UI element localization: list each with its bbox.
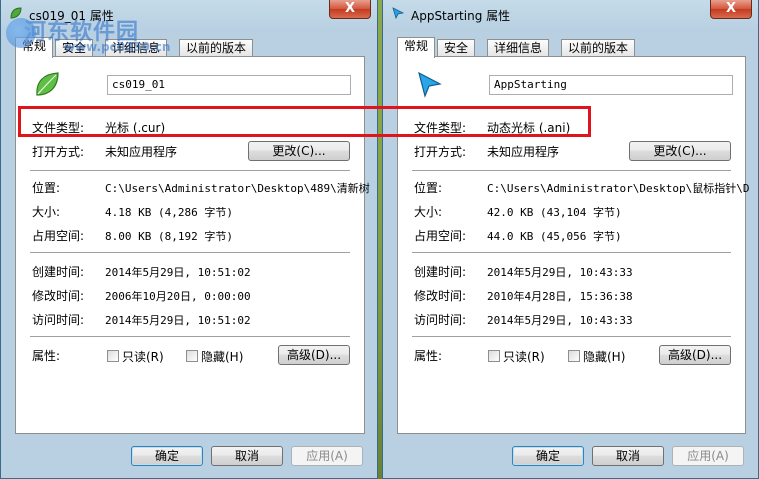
created-label: 创建时间: — [32, 265, 85, 279]
separator — [412, 170, 731, 171]
properties-window-cs019: cs019_01 属性 X 常规 安全 详细信息 以前的版本 cs019_01 … — [0, 0, 378, 479]
modified-label: 修改时间: — [32, 289, 85, 303]
separator — [30, 336, 350, 337]
open-with-value: 未知应用程序 — [487, 145, 560, 159]
close-button[interactable]: X — [710, 0, 752, 19]
cancel-button[interactable]: 取消 — [592, 446, 664, 466]
properties-window-appstarting: AppStarting 属性 X 常规 安全 详细信息 以前的版本 AppSta… — [382, 0, 759, 479]
size-value: 42.0 KB (43,104 字节) — [487, 206, 622, 219]
location-value: C:\Users\Administrator\Desktop\489\清新树 — [105, 182, 370, 195]
change-button[interactable]: 更改(C)... — [248, 141, 350, 161]
hidden-label[interactable]: 隐藏(H) — [583, 348, 625, 365]
location-label: 位置: — [32, 181, 61, 195]
disk-size-value: 8.00 KB (8,192 字节) — [105, 230, 233, 243]
readonly-label[interactable]: 只读(R) — [503, 348, 545, 365]
arrow-cursor-icon — [418, 71, 442, 98]
tab-previous-versions[interactable]: 以前的版本 — [561, 39, 636, 57]
apply-button[interactable]: 应用(A) — [672, 446, 744, 466]
cancel-button[interactable]: 取消 — [211, 446, 283, 466]
separator — [30, 252, 350, 253]
created-label: 创建时间: — [414, 265, 467, 279]
modified-value: 2010年4月28日, 15:36:38 — [487, 290, 633, 303]
disk-size-label: 占用空间: — [414, 229, 467, 243]
title-bar[interactable]: AppStarting 属性 X — [383, 0, 758, 30]
location-label: 位置: — [414, 181, 443, 195]
disk-size-value: 44.0 KB (45,056 字节) — [487, 230, 622, 243]
leaf-cursor-icon — [36, 72, 59, 96]
separator — [30, 170, 350, 171]
created-value: 2014年5月29日, 10:43:33 — [487, 266, 633, 279]
size-label: 大小: — [32, 205, 61, 219]
open-with-label: 打开方式: — [32, 145, 85, 159]
separator — [412, 336, 731, 337]
created-value: 2014年5月29日, 10:51:02 — [105, 266, 251, 279]
watermark-url: www.pc0359.cn — [64, 40, 171, 54]
location-value: C:\Users\Administrator\Desktop\鼠标指针\D — [487, 182, 750, 195]
tab-security[interactable]: 安全 — [437, 39, 476, 57]
arrow-cursor-icon — [392, 7, 405, 20]
window-title: AppStarting 属性 — [411, 9, 511, 23]
tab-general[interactable]: 常规 — [397, 37, 436, 58]
readonly-checkbox[interactable] — [488, 350, 500, 362]
advanced-button[interactable]: 高级(D)... — [278, 345, 350, 365]
readonly-label[interactable]: 只读(R) — [122, 348, 164, 365]
ok-button[interactable]: 确定 — [131, 446, 203, 466]
attributes-label: 属性: — [414, 349, 443, 363]
readonly-checkbox[interactable] — [107, 350, 119, 362]
modified-value: 2006年10月20日, 0:00:00 — [105, 290, 251, 303]
watermark-logo-icon — [6, 18, 36, 48]
separator — [412, 252, 731, 253]
modified-label: 修改时间: — [414, 289, 467, 303]
advanced-button[interactable]: 高级(D)... — [659, 345, 731, 365]
watermark: 河东软件园 www.pc0359.cn — [6, 14, 170, 54]
tab-details[interactable]: 详细信息 — [487, 39, 550, 57]
attributes-label: 属性: — [32, 349, 61, 363]
hidden-checkbox[interactable] — [186, 350, 198, 362]
size-value: 4.18 KB (4,286 字节) — [105, 206, 233, 219]
accessed-label: 访问时间: — [414, 313, 467, 327]
tab-previous-versions[interactable]: 以前的版本 — [179, 39, 254, 57]
accessed-label: 访问时间: — [32, 313, 85, 327]
file-name-input[interactable]: cs019_01 — [107, 75, 351, 95]
hidden-checkbox[interactable] — [568, 350, 580, 362]
change-button[interactable]: 更改(C)... — [629, 141, 731, 161]
hidden-label[interactable]: 隐藏(H) — [201, 348, 243, 365]
size-label: 大小: — [414, 205, 443, 219]
apply-button[interactable]: 应用(A) — [291, 446, 363, 466]
open-with-label: 打开方式: — [414, 145, 467, 159]
close-button[interactable]: X — [329, 0, 371, 19]
file-name-input[interactable]: AppStarting — [489, 75, 733, 95]
accessed-value: 2014年5月29日, 10:51:02 — [105, 314, 251, 327]
accessed-value: 2014年5月29日, 10:43:33 — [487, 314, 633, 327]
ok-button[interactable]: 确定 — [512, 446, 584, 466]
open-with-value: 未知应用程序 — [105, 145, 178, 159]
disk-size-label: 占用空间: — [32, 229, 85, 243]
highlight-box — [18, 106, 591, 137]
